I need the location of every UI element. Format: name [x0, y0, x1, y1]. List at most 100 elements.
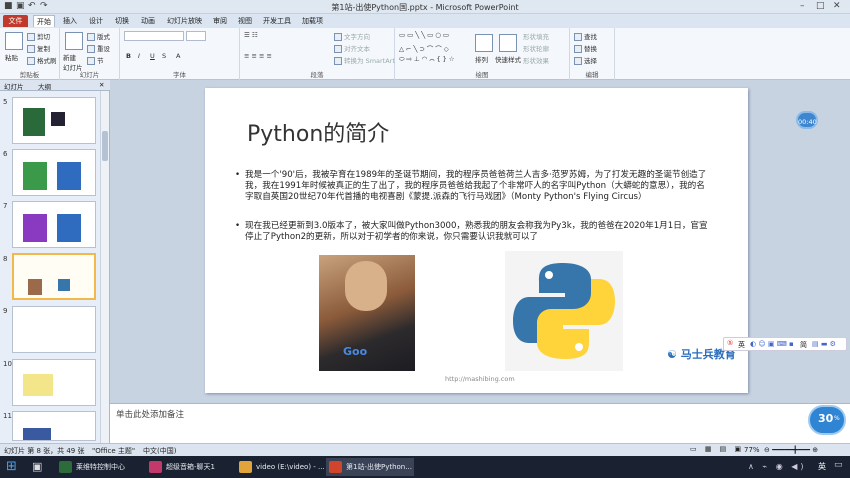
slide-thumbnail[interactable]: [12, 306, 96, 353]
taskbar-item[interactable]: 莱维特控制中心: [56, 458, 144, 476]
theme-name[interactable]: "Office 主题": [92, 446, 135, 456]
speed-value: 30: [818, 412, 834, 425]
font-name-select[interactable]: [124, 31, 184, 41]
taskbar-item-active[interactable]: 第1站-出使Python...: [326, 458, 414, 476]
thumb-number: 11: [3, 412, 12, 420]
format-painter-label: 格式刷: [37, 57, 57, 65]
tab-insert[interactable]: 插入: [60, 15, 80, 27]
ime-extra-icons[interactable]: ▤ ▬ ⚙: [812, 340, 836, 348]
pane-close-icon[interactable]: ✕: [99, 81, 104, 89]
find-button[interactable]: 查找: [574, 31, 597, 41]
reset-icon: [87, 45, 95, 53]
bullets-icon[interactable]: ☰ ☷: [244, 31, 258, 39]
slide-canvas[interactable]: Python的简介 • 我是一个'90'后，我被孕育在1989年的圣诞节期间，我…: [205, 88, 748, 393]
task-view-icon[interactable]: ▣: [32, 460, 42, 473]
tab-slides-pane[interactable]: 幻灯片: [4, 81, 24, 91]
guido-photo[interactable]: Goo: [319, 255, 415, 371]
tab-slideshow[interactable]: 幻灯片放映: [164, 15, 205, 27]
tray-language[interactable]: 英: [818, 461, 826, 472]
slide-thumbnail[interactable]: [12, 201, 96, 248]
tab-review[interactable]: 审阅: [210, 15, 230, 27]
layout-button[interactable]: 版式: [87, 31, 110, 41]
thumbnail-scrollbar[interactable]: [100, 91, 109, 443]
align-icons[interactable]: ≡ ≡ ≡ ≡: [244, 52, 272, 60]
select-label: 选择: [584, 57, 597, 65]
recording-timer[interactable]: 00:40: [796, 111, 818, 129]
network-speed-widget[interactable]: 30 %: [808, 405, 846, 435]
text-direction-button[interactable]: 文字方向: [334, 31, 370, 41]
font-color-icon[interactable]: A: [176, 52, 180, 60]
italic-icon[interactable]: I: [138, 52, 140, 60]
view-buttons[interactable]: ▭ ▦ ▤ ▣: [690, 445, 744, 453]
tab-file[interactable]: 文件: [3, 15, 28, 27]
shape-outline-button[interactable]: 形状轮廓: [523, 43, 549, 53]
quick-styles-icon[interactable]: [499, 34, 517, 52]
quick-styles-button[interactable]: 快速样式: [495, 54, 521, 64]
paste-button[interactable]: 粘贴: [5, 52, 18, 62]
slide-title[interactable]: Python的简介: [247, 116, 389, 148]
minimize-icon[interactable]: –: [800, 1, 805, 11]
paste-icon[interactable]: [5, 32, 23, 50]
tab-view[interactable]: 视图: [235, 15, 255, 27]
taskbar-item[interactable]: 超级音箱-聊天1: [146, 458, 234, 476]
start-icon[interactable]: ⊞: [6, 459, 22, 475]
ime-tools-icons[interactable]: ◐ ☺ ▣ ⌨ ▪: [750, 340, 794, 348]
slide-thumbnail[interactable]: [12, 411, 96, 441]
arrange-icon[interactable]: [475, 34, 493, 52]
zoom-level[interactable]: 77%: [744, 446, 760, 454]
tab-design[interactable]: 设计: [86, 15, 106, 27]
copy-button[interactable]: 复制: [27, 43, 50, 53]
bullet-item[interactable]: • 我是一个'90'后，我被孕育在1989年的圣诞节期间，我的程序员爸爸荷兰人吉…: [235, 170, 713, 203]
slide-thumbnail[interactable]: [12, 149, 96, 196]
tab-animations[interactable]: 动画: [138, 15, 158, 27]
shapes-gallery-row2[interactable]: △⌐╲⊃⌒⌒◇: [399, 43, 451, 53]
slide-thumbnail-selected[interactable]: [12, 253, 96, 300]
notes-pane[interactable]: 单击此处添加备注: [110, 403, 850, 443]
section-button[interactable]: 节: [87, 55, 104, 65]
font-size-select[interactable]: [186, 31, 206, 41]
new-slide-icon[interactable]: [65, 32, 83, 50]
bullet-item[interactable]: • 现在我已经更新到3.0版本了，被大家叫做Python3000，熟悉我的朋友会…: [235, 221, 713, 243]
tab-developer[interactable]: 开发工具: [260, 15, 294, 27]
select-button[interactable]: 选择: [574, 55, 597, 65]
taskbar-item[interactable]: video (E:\video) - ...: [236, 458, 325, 476]
ime-toolbar[interactable]: ⑤ 英 ◐ ☺ ▣ ⌨ ▪ 简 ▤ ▬ ⚙: [723, 337, 847, 351]
scrollbar-thumb[interactable]: [102, 131, 108, 161]
shapes-gallery[interactable]: ▭▭╲╲▭○▭: [399, 31, 451, 39]
slide-thumbnail[interactable]: [12, 97, 96, 144]
replace-button[interactable]: 替换: [574, 43, 597, 53]
slide-thumbnail[interactable]: [12, 359, 96, 406]
tab-transitions[interactable]: 切换: [112, 15, 132, 27]
ime-mode[interactable]: 简: [800, 340, 807, 350]
section-icon: [87, 57, 95, 65]
maximize-icon[interactable]: □: [816, 1, 825, 11]
strikethrough-icon[interactable]: S: [162, 52, 166, 60]
tab-outline-pane[interactable]: 大纲: [38, 81, 51, 91]
zoom-slider[interactable]: ⊖ ━━━━━╋━━━ ⊕: [764, 446, 818, 454]
format-painter-button[interactable]: 格式刷: [27, 55, 57, 65]
font-label: 字体: [173, 71, 186, 79]
brand-icon: ☯: [667, 348, 681, 361]
shape-effects-button[interactable]: 形状效果: [523, 55, 549, 65]
reset-button[interactable]: 重设: [87, 43, 110, 53]
notification-icon[interactable]: ▭: [834, 460, 843, 470]
arrange-button[interactable]: 排列: [475, 54, 488, 64]
ime-lang[interactable]: 英: [738, 340, 745, 350]
smartart-button[interactable]: 转换为 SmartArt: [334, 55, 395, 65]
underline-icon[interactable]: U: [150, 52, 155, 60]
shapes-gallery-row3[interactable]: ⬭⇨⊥◠⌒{}☆: [399, 55, 457, 64]
close-icon[interactable]: ✕: [833, 1, 841, 11]
tab-home[interactable]: 开始: [33, 15, 55, 27]
clipboard-group: 粘贴 剪切 复制 格式刷 剪贴板: [0, 28, 60, 80]
system-tray-icons[interactable]: ∧ ⌁ ◉ ◀): [748, 462, 807, 471]
tab-addins[interactable]: 加载项: [299, 15, 326, 27]
thumb-number: 6: [3, 150, 8, 158]
language-indicator[interactable]: 中文(中国): [143, 446, 176, 456]
cut-button[interactable]: 剪切: [27, 31, 50, 41]
python-logo[interactable]: [505, 251, 623, 371]
bold-icon[interactable]: B: [126, 52, 131, 60]
shape-fill-button[interactable]: 形状填充: [523, 31, 549, 41]
photo-shirt-logo: Goo: [343, 345, 368, 358]
align-text-button[interactable]: 对齐文本: [334, 43, 370, 53]
powerpoint-icon: [329, 461, 342, 473]
